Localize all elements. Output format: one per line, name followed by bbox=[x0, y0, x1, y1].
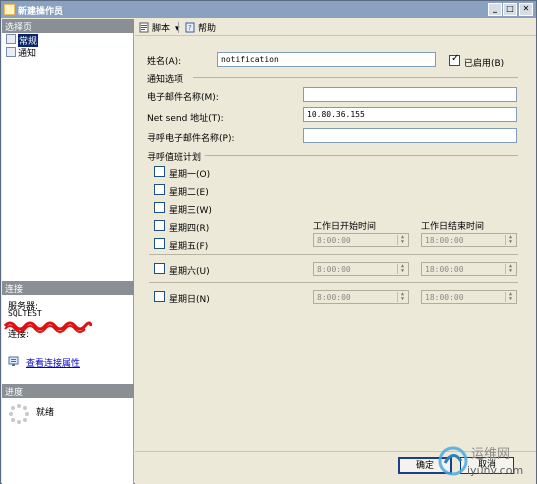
spin-arrows-icon[interactable]: ▲ ▼ bbox=[505, 264, 515, 274]
saturday-checkbox[interactable] bbox=[154, 263, 165, 274]
general-page: 姓名(A): notification 已启用(B) 通知选项 电子邮件名称(M… bbox=[135, 37, 536, 451]
spin-arrows-icon[interactable]: ▲ ▼ bbox=[397, 235, 407, 245]
minimize-button[interactable]: _ bbox=[488, 3, 502, 16]
saturday-label: 星期六(U) bbox=[169, 267, 210, 277]
title-bar: 新建操作员 _ □ ✕ bbox=[1, 1, 536, 18]
page-icon bbox=[6, 47, 16, 57]
pager-input[interactable] bbox=[303, 128, 517, 143]
script-button[interactable]: 脚本▾ bbox=[139, 21, 180, 34]
redaction-scribble bbox=[4, 321, 92, 333]
help-icon: ? bbox=[185, 22, 195, 33]
spin-arrows-icon[interactable]: ▲ ▼ bbox=[397, 264, 407, 274]
monday-label: 星期一(O) bbox=[169, 170, 211, 180]
tuesday-checkbox[interactable] bbox=[154, 184, 165, 195]
notify-options-section: 通知选项 bbox=[147, 75, 184, 85]
nav-item-notifications[interactable]: 通知 bbox=[6, 46, 36, 59]
progress-spinner-icon bbox=[9, 404, 29, 424]
thursday-label: 星期四(R) bbox=[169, 224, 210, 234]
name-input[interactable]: notification bbox=[217, 52, 436, 67]
toolbar-separator bbox=[178, 22, 179, 33]
nav-item-general[interactable]: 常规 bbox=[6, 34, 39, 47]
friday-label: 星期五(F) bbox=[169, 242, 209, 252]
sunday-label: 星期日(N) bbox=[169, 295, 210, 305]
netsend-input[interactable]: 10.80.36.155 bbox=[303, 107, 517, 122]
connection-header: 连接 bbox=[2, 281, 134, 295]
svg-text:?: ? bbox=[188, 24, 192, 32]
friday-checkbox[interactable] bbox=[154, 238, 165, 249]
connection-properties-icon bbox=[8, 356, 19, 366]
section-divider bbox=[193, 77, 518, 78]
watermark-url: iyunv.com bbox=[467, 464, 523, 477]
toolbar: 脚本▾ ? 帮助 bbox=[135, 19, 536, 36]
spin-arrows-icon[interactable]: ▲ ▼ bbox=[505, 292, 515, 302]
spin-arrows-icon[interactable]: ▲ ▼ bbox=[505, 235, 515, 245]
section-divider bbox=[205, 155, 518, 156]
workday-end-label: 工作日结束时间 bbox=[421, 222, 485, 232]
pager-schedule-section: 寻呼值班计划 bbox=[147, 153, 202, 163]
workday-start-label: 工作日开始时间 bbox=[313, 222, 377, 232]
netsend-label: Net send 地址(T): bbox=[147, 114, 224, 124]
site-watermark-logo: 运维网 iyunv.com bbox=[438, 446, 523, 477]
group-divider bbox=[149, 282, 518, 283]
page-icon bbox=[6, 34, 16, 44]
sunday-checkbox[interactable] bbox=[154, 291, 165, 302]
left-panel: 选择页 常规 通知 连接 服务器: SQLTEST 连接: 查看连接属性 进度 bbox=[2, 19, 134, 484]
server-value: SQLTEST bbox=[8, 309, 42, 318]
sunday-end-time-picker[interactable]: 18:00:00 ▲ ▼ bbox=[421, 290, 517, 304]
script-icon bbox=[139, 22, 149, 33]
watermark-text: 运维网 bbox=[471, 447, 510, 462]
saturday-start-time-picker[interactable]: 8:00:00 ▲ ▼ bbox=[313, 262, 409, 276]
thursday-checkbox[interactable] bbox=[154, 220, 165, 231]
enabled-checkbox[interactable] bbox=[449, 53, 460, 66]
spin-arrows-icon[interactable]: ▲ ▼ bbox=[397, 292, 407, 302]
weekday-end-time-picker[interactable]: 18:00:00 ▲ ▼ bbox=[421, 233, 517, 247]
sunday-start-time-picker[interactable]: 8:00:00 ▲ ▼ bbox=[313, 290, 409, 304]
view-connection-properties-link[interactable]: 查看连接属性 bbox=[26, 356, 80, 369]
wednesday-checkbox[interactable] bbox=[154, 202, 165, 213]
enabled-label: 已启用(B) bbox=[464, 59, 505, 69]
weekday-start-time-picker[interactable]: 8:00:00 ▲ ▼ bbox=[313, 233, 409, 247]
monday-checkbox[interactable] bbox=[154, 166, 165, 177]
saturday-end-time-picker[interactable]: 18:00:00 ▲ ▼ bbox=[421, 262, 517, 276]
pager-label: 寻呼电子邮件名称(P): bbox=[147, 134, 235, 144]
window-title: 新建操作员 bbox=[18, 7, 64, 17]
close-button[interactable]: ✕ bbox=[519, 3, 533, 16]
operator-icon bbox=[4, 4, 15, 15]
wednesday-label: 星期三(W) bbox=[169, 206, 212, 216]
maximize-button[interactable]: □ bbox=[503, 3, 517, 16]
help-button[interactable]: ? 帮助 bbox=[185, 21, 216, 34]
progress-status: 就绪 bbox=[36, 408, 55, 418]
email-label: 电子邮件名称(M): bbox=[147, 93, 219, 103]
progress-header: 进度 bbox=[2, 384, 134, 398]
group-divider bbox=[149, 254, 518, 255]
select-page-header: 选择页 bbox=[2, 19, 134, 33]
tuesday-label: 星期二(E) bbox=[169, 188, 209, 198]
name-label: 姓名(A): bbox=[147, 57, 182, 67]
email-input[interactable] bbox=[303, 87, 517, 102]
new-operator-dialog: 新建操作员 _ □ ✕ 选择页 常规 通知 连接 服务器: SQLTEST 连接… bbox=[0, 0, 537, 484]
